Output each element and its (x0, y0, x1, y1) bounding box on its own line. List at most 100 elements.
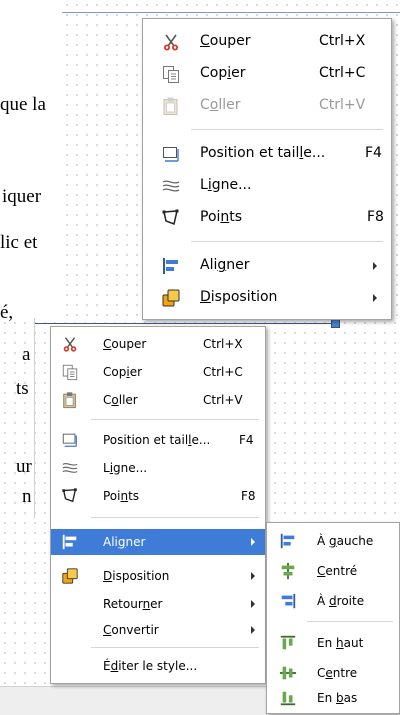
selection-line (62, 12, 400, 13)
menu-item-label: Couper (103, 337, 147, 351)
context-menu-background: Couper Ctrl+X Copier Ctrl+C Coller Ctrl+… (142, 18, 392, 320)
submenu-arrow-icon (251, 538, 255, 546)
menu-item-label: Coller (103, 393, 138, 407)
submenu-item-label: Centré (317, 564, 358, 578)
paste-icon (61, 391, 79, 412)
submenu-item-label: Centre (317, 666, 358, 680)
arrange-icon (61, 567, 79, 588)
menu-item-line[interactable]: Ligne... (51, 455, 265, 481)
menu-item-label: Aligner (200, 257, 250, 273)
menu-item-shortcut: Ctrl+V (203, 393, 243, 407)
submenu-item-align-top[interactable]: En haut (267, 629, 399, 657)
menu-item-arrange[interactable]: Disposition (143, 283, 391, 313)
menu-item-label: Position et taille... (103, 433, 211, 447)
menu-item-label: Coller (200, 97, 241, 113)
doc-text-fragment: que la (0, 94, 46, 115)
menu-item-label: Points (200, 209, 243, 225)
menu-item-shortcut: F8 (241, 489, 256, 503)
menu-item-paste: Coller Ctrl+V (143, 91, 391, 121)
menu-separator (191, 241, 383, 242)
submenu-item-label: À droite (317, 594, 365, 608)
doc-text-fragment: é, (0, 302, 14, 323)
menu-item-shortcut: Ctrl+C (319, 65, 366, 81)
menu-item-cut[interactable]: Couper Ctrl+X (143, 27, 391, 57)
menu-item-label: Retourner (103, 597, 163, 611)
menu-item-label: Ligne... (103, 461, 148, 475)
menu-item-shortcut: Ctrl+V (319, 97, 366, 113)
menu-item-position-size[interactable]: Position et taille... F4 (51, 427, 265, 453)
menu-item-cut[interactable]: Couper Ctrl+X (51, 331, 265, 357)
submenu-arrow-icon (373, 262, 377, 270)
menu-item-label: Éditer le style... (103, 659, 198, 673)
menu-separator (91, 647, 259, 648)
menu-separator (91, 419, 259, 420)
doc-text-fragment: ur (16, 456, 32, 477)
menu-item-copy[interactable]: Copier Ctrl+C (143, 59, 391, 89)
menu-item-shortcut: F4 (365, 145, 382, 161)
align-icon (161, 256, 181, 280)
menu-item-edit-style[interactable]: Éditer le style... (51, 653, 265, 679)
menu-item-align[interactable]: Aligner (51, 529, 265, 555)
menu-item-shortcut: Ctrl+C (203, 365, 243, 379)
doc-text-fragment: n (22, 486, 32, 507)
doc-text-fragment: iquer (2, 186, 42, 207)
points-icon (161, 208, 181, 232)
submenu-item-label: En bas (317, 691, 358, 705)
vertical-divider (34, 318, 35, 518)
menu-item-label: Position et taille... (200, 145, 326, 161)
menu-item-shortcut: Ctrl+X (319, 33, 366, 49)
copy-icon (61, 363, 79, 384)
doc-text-fragment: a (22, 344, 31, 365)
submenu-item-label: En haut (317, 636, 364, 650)
menu-item-arrange[interactable]: Disposition (51, 563, 265, 589)
submenu-arrow-icon (251, 572, 255, 580)
submenu-arrow-icon (251, 626, 255, 634)
align-icon (61, 533, 79, 554)
submenu-arrow-icon (251, 600, 255, 608)
menu-item-align[interactable]: Aligner (143, 251, 391, 281)
menu-item-paste[interactable]: Coller Ctrl+V (51, 387, 265, 413)
menu-item-copy[interactable]: Copier Ctrl+C (51, 359, 265, 385)
points-icon (61, 487, 79, 508)
align-left-icon (279, 532, 297, 553)
submenu-item-align-right[interactable]: À droite (267, 587, 399, 615)
doc-text-fragment: lic et (0, 232, 38, 253)
submenu-arrow-icon (373, 294, 377, 302)
menu-item-label: Copier (103, 365, 143, 379)
submenu-item-align-middle[interactable]: Centre (267, 659, 399, 687)
menu-item-label: Copier (200, 65, 246, 81)
line-icon (61, 459, 79, 480)
submenu-item-align-center[interactable]: Centré (267, 557, 399, 585)
doc-text-fragment: ts (16, 378, 29, 399)
position-size-icon (161, 144, 181, 168)
menu-item-line[interactable]: Ligne... (143, 171, 391, 201)
align-middle-icon (279, 664, 297, 685)
menu-item-points[interactable]: Points F8 (143, 203, 391, 233)
submenu-item-label: À gauche (317, 534, 374, 548)
menu-item-label: Disposition (103, 569, 170, 583)
menu-item-position-size[interactable]: Position et taille... F4 (143, 139, 391, 169)
menu-item-flip[interactable]: Retourner (51, 591, 265, 617)
menu-item-label: Ligne... (200, 177, 252, 193)
menu-item-label: Aligner (103, 535, 146, 549)
scissors-icon (161, 32, 181, 56)
submenu-separator (307, 621, 393, 622)
menu-item-label: Couper (200, 33, 251, 49)
menu-separator (191, 129, 383, 130)
align-center-icon (279, 562, 297, 583)
align-right-icon (279, 592, 297, 613)
menu-item-shortcut: F8 (367, 209, 384, 225)
selection-line (34, 323, 334, 324)
menu-item-label: Convertir (103, 623, 159, 637)
menu-item-points[interactable]: Points F8 (51, 483, 265, 509)
menu-item-convert[interactable]: Convertir (51, 617, 265, 643)
submenu-item-align-left[interactable]: À gauche (267, 527, 399, 555)
paste-icon (161, 96, 181, 120)
menu-item-label: Disposition (200, 289, 278, 305)
line-icon (161, 176, 181, 200)
position-size-icon (61, 431, 79, 452)
menu-item-shortcut: F4 (239, 433, 254, 447)
scissors-icon (61, 335, 79, 356)
submenu-item-align-bottom[interactable]: En bas (267, 685, 399, 711)
selection-handle[interactable] (331, 319, 340, 328)
